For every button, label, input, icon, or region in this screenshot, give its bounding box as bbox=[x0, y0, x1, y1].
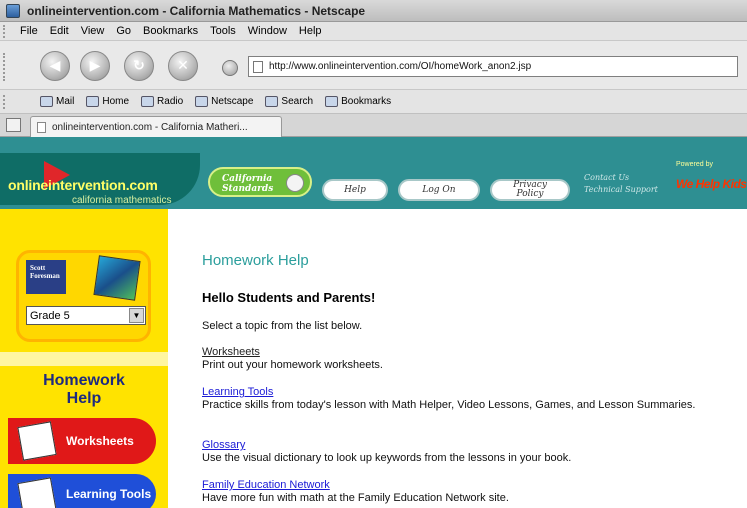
privacy-policy-button[interactable]: Privacy Policy bbox=[490, 179, 570, 201]
personalbar-grip-icon[interactable] bbox=[3, 95, 8, 109]
site-logo-sub: california mathematics bbox=[72, 195, 172, 206]
bookmarks-icon bbox=[325, 96, 339, 107]
glossary-link[interactable]: Glossary bbox=[202, 439, 245, 451]
family-education-network-link[interactable]: Family Education Network bbox=[202, 479, 330, 491]
address-bar[interactable] bbox=[248, 56, 738, 77]
personal-toolbar: Mail Home Radio Netscape Search Bookmark… bbox=[0, 90, 747, 114]
family-education-network-description: Have more fun with math at the Family Ed… bbox=[202, 492, 509, 504]
contact-us-link[interactable]: Contact Us bbox=[584, 172, 658, 184]
we-help-kids-logo[interactable]: We Help Kids bbox=[676, 177, 747, 191]
tab-page-icon bbox=[37, 121, 46, 133]
toolbar-home[interactable]: Home bbox=[86, 96, 129, 107]
menu-file[interactable]: File bbox=[20, 25, 38, 37]
menu-help[interactable]: Help bbox=[299, 25, 322, 37]
window-titlebar: onlineintervention.com - California Math… bbox=[0, 0, 747, 22]
worksheet-icon bbox=[17, 421, 57, 461]
california-standards-button[interactable]: California Standards bbox=[208, 167, 312, 197]
menu-window[interactable]: Window bbox=[248, 25, 287, 37]
back-button[interactable]: ◀ bbox=[40, 51, 70, 81]
search-icon bbox=[265, 96, 279, 107]
worksheets-description: Print out your homework worksheets. bbox=[202, 359, 383, 371]
menu-view[interactable]: View bbox=[81, 25, 105, 37]
menu-bar: File Edit View Go Bookmarks Tools Window… bbox=[0, 22, 747, 41]
go-icon[interactable] bbox=[222, 60, 238, 76]
menubar-grip-icon[interactable] bbox=[3, 25, 8, 38]
menu-go[interactable]: Go bbox=[116, 25, 131, 37]
toolbar-netscape[interactable]: Netscape bbox=[195, 96, 253, 107]
toolbar-radio[interactable]: Radio bbox=[141, 96, 183, 107]
toolbar-search[interactable]: Search bbox=[265, 96, 313, 107]
page-icon bbox=[253, 60, 263, 73]
scott-foresman-badge: Scott Foresman bbox=[26, 260, 66, 294]
navbar-grip-icon[interactable] bbox=[3, 53, 8, 81]
netscape-app-icon bbox=[6, 3, 20, 18]
intro-text: Select a topic from the list below. bbox=[202, 320, 363, 332]
toolbar-bookmarks[interactable]: Bookmarks bbox=[325, 96, 391, 107]
stop-button[interactable]: ✕ bbox=[168, 51, 198, 81]
tab-bar: onlineintervention.com - California Math… bbox=[0, 114, 747, 137]
page-title: Homework Help bbox=[202, 252, 309, 269]
grade-select[interactable]: Grade 5 ▼ bbox=[26, 306, 146, 325]
toolbar-mail[interactable]: Mail bbox=[40, 96, 74, 107]
grade-select-value: Grade 5 bbox=[30, 309, 70, 322]
sidebar-section-title: Homework Help bbox=[43, 372, 125, 407]
glossary-description: Use the visual dictionary to look up key… bbox=[202, 452, 572, 464]
log-on-button[interactable]: Log On bbox=[398, 179, 480, 201]
worksheets-link[interactable]: Worksheets bbox=[202, 346, 260, 358]
learning-tools-icon bbox=[17, 477, 57, 508]
tab-current[interactable]: onlineintervention.com - California Math… bbox=[30, 116, 282, 137]
window-title: onlineintervention.com - California Math… bbox=[27, 3, 366, 18]
mail-icon bbox=[40, 96, 53, 107]
reload-button[interactable]: ↻ bbox=[124, 51, 154, 81]
tab-label: onlineintervention.com - California Math… bbox=[52, 121, 248, 133]
menu-edit[interactable]: Edit bbox=[50, 25, 69, 37]
new-tab-icon[interactable] bbox=[6, 118, 21, 132]
sidebar-learning-tools-button[interactable]: Learning Tools bbox=[8, 474, 156, 508]
contact-links: Contact Us Technical Support bbox=[584, 172, 658, 196]
sidebar-worksheets-button[interactable]: Worksheets bbox=[8, 418, 156, 464]
menu-tools[interactable]: Tools bbox=[210, 25, 236, 37]
chevron-down-icon[interactable]: ▼ bbox=[129, 308, 144, 323]
learning-tools-description: Practice skills from today's lesson with… bbox=[202, 399, 696, 411]
navigation-toolbar: ◀ ▶ ↻ ✕ bbox=[0, 41, 747, 90]
powered-by-label: Powered by bbox=[676, 161, 713, 168]
url-input[interactable] bbox=[269, 61, 729, 72]
menu-bookmarks[interactable]: Bookmarks bbox=[143, 25, 198, 37]
forward-button[interactable]: ▶ bbox=[80, 51, 110, 81]
site-logo[interactable]: onlineintervention.com bbox=[8, 177, 158, 193]
phone-icon bbox=[286, 174, 304, 192]
textbook-cover-icon bbox=[93, 255, 141, 301]
greeting-heading: Hello Students and Parents! bbox=[202, 290, 376, 305]
technical-support-link[interactable]: Technical Support bbox=[584, 184, 658, 196]
netscape-icon bbox=[195, 96, 209, 107]
sidebar-separator bbox=[0, 352, 168, 366]
home-icon bbox=[86, 96, 100, 107]
radio-icon bbox=[141, 96, 155, 107]
help-button[interactable]: Help bbox=[322, 179, 388, 201]
learning-tools-link[interactable]: Learning Tools bbox=[202, 386, 273, 398]
